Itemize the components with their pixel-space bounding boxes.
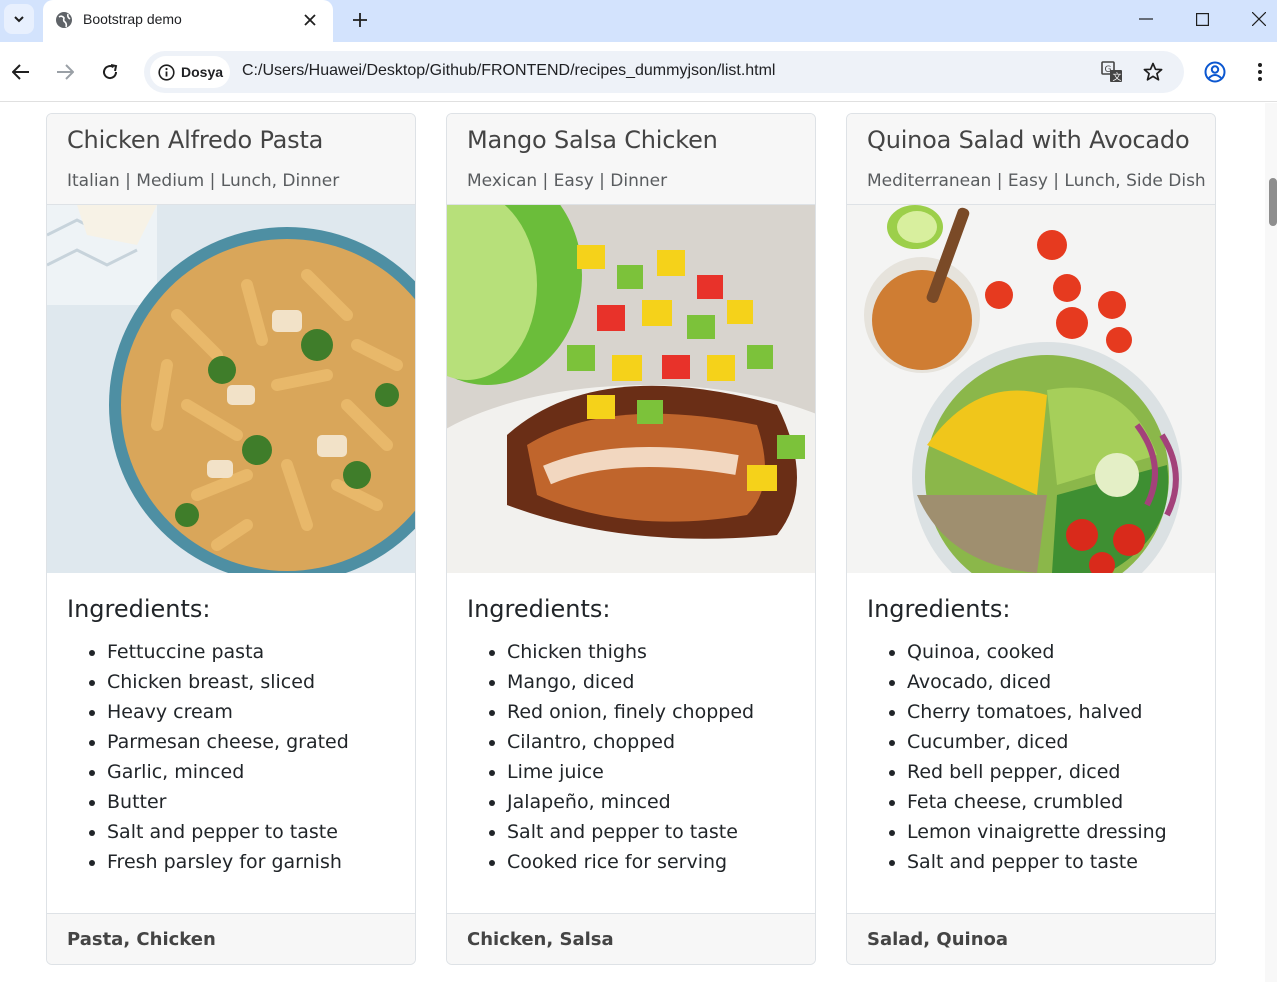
ingredient-item: Cooked rice for serving	[507, 847, 754, 877]
recipe-title: Mango Salsa Chicken	[467, 126, 718, 154]
ingredients-heading: Ingredients:	[867, 595, 1011, 623]
ingredient-item: Mango, diced	[507, 667, 754, 697]
back-button[interactable]	[5, 56, 37, 88]
forward-button[interactable]	[49, 56, 81, 88]
profile-button[interactable]	[1199, 56, 1231, 88]
ingredient-item: Cherry tomatoes, halved	[907, 697, 1167, 727]
ingredient-item: Garlic, minced	[107, 757, 349, 787]
ingredient-item: Chicken breast, sliced	[107, 667, 349, 697]
card-body: Ingredients: Fettuccine pasta Chicken br…	[47, 573, 415, 913]
recipe-title: Chicken Alfredo Pasta	[67, 126, 324, 154]
browser-menu-button[interactable]	[1244, 56, 1276, 88]
kebab-menu-icon	[1258, 63, 1262, 81]
recipe-tags: Chicken, Salsa	[467, 929, 614, 950]
svg-text:文: 文	[1113, 71, 1122, 83]
maximize-button[interactable]	[1180, 4, 1224, 34]
recipe-meta: Italian | Medium | Lunch, Dinner	[67, 171, 340, 191]
tab-search-icon	[14, 16, 24, 23]
recipe-title: Quinoa Salad with Avocado	[867, 126, 1190, 154]
tab-title: Bootstrap demo	[83, 11, 182, 27]
browser-toolbar: Dosya C:/Users/Huawei/Desktop/Github/FRO…	[0, 42, 1277, 102]
minimize-icon	[1139, 18, 1153, 20]
active-tab[interactable]: Bootstrap demo	[43, 0, 333, 42]
recipe-meta: Mediterranean | Easy | Lunch, Side Dish	[867, 171, 1206, 191]
ingredients-heading: Ingredients:	[67, 595, 211, 623]
card-body: Ingredients: Chicken thighs Mango, diced…	[447, 573, 815, 913]
bookmark-button[interactable]	[1141, 60, 1165, 84]
ingredients-heading: Ingredients:	[467, 595, 611, 623]
ingredients-list: Fettuccine pasta Chicken breast, sliced …	[107, 637, 349, 877]
reload-icon	[103, 64, 118, 80]
ingredient-item: Fresh parsley for garnish	[107, 847, 349, 877]
recipe-meta: Mexican | Easy | Dinner	[467, 171, 668, 191]
tab-strip: Bootstrap demo	[0, 0, 1277, 42]
card-header: Mango Salsa Chicken Mexican | Easy | Din…	[447, 114, 815, 205]
recipe-tags: Pasta, Chicken	[67, 929, 216, 950]
recipe-tags: Salad, Quinoa	[867, 929, 1009, 950]
recipe-image	[447, 205, 815, 573]
ingredient-item: Salt and pepper to taste	[107, 817, 349, 847]
card-header: Quinoa Salad with Avocado Mediterranean …	[847, 114, 1215, 205]
close-icon	[304, 14, 316, 26]
address-bar[interactable]: Dosya C:/Users/Huawei/Desktop/Github/FRO…	[144, 51, 1184, 93]
site-info-chip[interactable]: Dosya	[150, 56, 230, 88]
tab-search-button[interactable]	[4, 4, 34, 34]
recipe-image	[47, 205, 415, 573]
translate-icon: G文	[1101, 61, 1122, 83]
globe-icon	[56, 12, 72, 28]
ingredient-item: Fettuccine pasta	[107, 637, 349, 667]
ingredient-item: Cilantro, chopped	[507, 727, 754, 757]
card-body: Ingredients: Quinoa, cooked Avocado, dic…	[847, 573, 1215, 913]
tab-close-button[interactable]	[299, 9, 321, 31]
ingredient-item: Red bell pepper, diced	[907, 757, 1167, 787]
card-header: Chicken Alfredo Pasta Italian | Medium |…	[47, 114, 415, 205]
ingredient-item: Parmesan cheese, grated	[107, 727, 349, 757]
page-viewport: Chicken Alfredo Pasta Italian | Medium |…	[0, 103, 1265, 982]
ingredient-item: Salt and pepper to taste	[907, 847, 1167, 877]
scrollbar-thumb[interactable]	[1269, 178, 1277, 226]
ingredient-item: Avocado, diced	[907, 667, 1167, 697]
window-close-icon	[1252, 12, 1266, 26]
url-text[interactable]: C:/Users/Huawei/Desktop/Github/FRONTEND/…	[242, 62, 775, 80]
ingredient-item: Quinoa, cooked	[907, 637, 1167, 667]
ingredient-item: Lime juice	[507, 757, 754, 787]
star-icon	[1143, 62, 1163, 81]
card-footer: Chicken, Salsa	[447, 913, 815, 964]
new-tab-button[interactable]	[346, 6, 374, 34]
profile-icon	[1204, 61, 1226, 83]
ingredient-item: Chicken thighs	[507, 637, 754, 667]
minimize-button[interactable]	[1124, 4, 1168, 34]
card-footer: Salad, Quinoa	[847, 913, 1215, 964]
recipe-card: Chicken Alfredo Pasta Italian | Medium |…	[46, 113, 416, 965]
ingredient-item: Salt and pepper to taste	[507, 817, 754, 847]
ingredient-item: Lemon vinaigrette dressing	[907, 817, 1167, 847]
recipe-image	[847, 205, 1215, 573]
ingredient-item: Red onion, finely chopped	[507, 697, 754, 727]
back-icon	[12, 64, 29, 80]
vertical-scrollbar[interactable]	[1265, 103, 1277, 982]
reload-button[interactable]	[94, 56, 126, 88]
ingredient-item: Butter	[107, 787, 349, 817]
recipe-card: Mango Salsa Chicken Mexican | Easy | Din…	[446, 113, 816, 965]
ingredient-item: Heavy cream	[107, 697, 349, 727]
ingredient-item: Jalapeño, minced	[507, 787, 754, 817]
translate-button[interactable]: G文	[1100, 60, 1124, 84]
window-close-button[interactable]	[1237, 4, 1277, 34]
forward-icon	[57, 64, 74, 80]
ingredient-item: Feta cheese, crumbled	[907, 787, 1167, 817]
info-icon	[158, 63, 175, 81]
ingredients-list: Chicken thighs Mango, diced Red onion, f…	[507, 637, 754, 877]
ingredients-list: Quinoa, cooked Avocado, diced Cherry tom…	[907, 637, 1167, 877]
card-footer: Pasta, Chicken	[47, 913, 415, 964]
recipe-card: Quinoa Salad with Avocado Mediterranean …	[846, 113, 1216, 965]
plus-icon	[353, 13, 367, 27]
maximize-icon	[1195, 12, 1209, 26]
ingredient-item: Cucumber, diced	[907, 727, 1167, 757]
site-chip-label: Dosya	[181, 64, 224, 80]
